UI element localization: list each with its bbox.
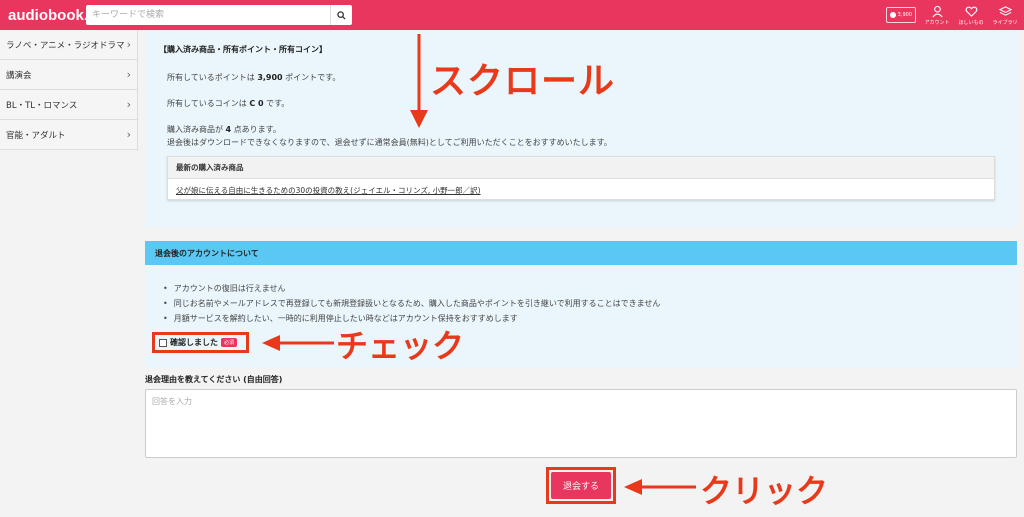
chevron-right-icon: ›	[126, 128, 131, 141]
sidebar-item-label: 講演会	[6, 70, 32, 81]
library-label: ライブラリ	[992, 19, 1018, 26]
coins-line: 所有しているコインは C 0 です。	[167, 99, 290, 108]
chevron-right-icon: ›	[126, 38, 131, 51]
category-sidebar: ラノベ・アニメ・ラジオドラマ › 講演会 › BL・TL・ロマンス › 官能・ア…	[0, 30, 138, 151]
confirm-checkbox-row[interactable]: 確認しました 必須	[152, 332, 249, 353]
header-bar: audiobook.jp 3,900 アカウント ほしいもの ライブラリ	[0, 0, 1024, 30]
search-input[interactable]	[86, 5, 330, 25]
header-actions: 3,900 アカウント ほしいもの ライブラリ	[885, 2, 1018, 28]
recent-purchase-link[interactable]: 父が娘に伝える自由に生きるための30の投資の教え(ジェイエル・コリンズ, 小野一…	[168, 179, 994, 201]
library-button[interactable]: ライブラリ	[992, 5, 1018, 26]
sidebar-item-lecture[interactable]: 講演会 ›	[0, 60, 137, 90]
points-value: 3,900	[257, 73, 283, 82]
check-arrow	[262, 335, 334, 351]
sidebar-item-label: BL・TL・ロマンス	[6, 100, 78, 111]
purchased-info-title: 【購入済み商品・所有ポイント・所有コイン】	[159, 45, 327, 54]
download-notice: 退会後はダウンロードできなくなりますので、退会せずに通常会員(無料)としてご利用…	[167, 138, 612, 147]
heart-icon	[965, 6, 977, 17]
wishlist-button[interactable]: ほしいもの	[958, 5, 984, 26]
reason-label: 退会理由を教えてください (自由回答)	[145, 375, 283, 384]
required-badge: 必須	[221, 338, 238, 347]
click-arrow	[624, 479, 696, 495]
points-badge[interactable]: 3,900	[885, 7, 916, 23]
check-annotation: チェック	[336, 327, 465, 365]
coins-value: C 0	[249, 99, 264, 108]
chevron-right-icon: ›	[126, 98, 131, 111]
sidebar-item-romance[interactable]: BL・TL・ロマンス ›	[0, 90, 137, 120]
recent-purchase-card: 最新の購入済み商品 父が娘に伝える自由に生きるための30の投資の教え(ジェイエル…	[167, 156, 995, 200]
account-button[interactable]: アカウント	[924, 5, 950, 26]
wishlist-label: ほしいもの	[958, 19, 984, 26]
account-after-list: アカウントの復旧は行えません 同じお名前やメールアドレスで再登録しても新規登録扱…	[163, 281, 661, 326]
withdraw-highlight: 退会する	[546, 467, 616, 504]
account-label: アカウント	[924, 19, 950, 26]
reason-textarea[interactable]	[145, 389, 1017, 458]
list-item: 同じお名前やメールアドレスで再登録しても新規登録扱いとなるため、購入した商品やポ…	[163, 296, 661, 311]
chevron-right-icon: ›	[126, 68, 131, 81]
sidebar-item-adult[interactable]: 官能・アダルト ›	[0, 120, 137, 150]
search-button[interactable]	[330, 5, 352, 25]
coin-icon	[889, 12, 896, 18]
account-icon	[931, 5, 943, 17]
points-line: 所有しているポイントは 3,900 ポイントです。	[167, 73, 341, 82]
confirm-label: 確認しました	[170, 338, 218, 347]
items-count-line: 購入済み商品が 4 点あります。	[167, 125, 281, 134]
site-logo[interactable]: audiobook.jp	[8, 7, 101, 24]
search-icon	[337, 10, 346, 20]
sidebar-item-light-novel[interactable]: ラノベ・アニメ・ラジオドラマ ›	[0, 30, 137, 60]
click-annotation: クリック	[700, 472, 829, 510]
points-badge-value: 3,900	[897, 12, 912, 18]
sidebar-item-label: ラノベ・アニメ・ラジオドラマ	[6, 40, 125, 51]
library-icon	[998, 5, 1012, 16]
account-after-heading: 退会後のアカウントについて	[145, 241, 1017, 265]
sidebar-item-label: 官能・アダルト	[6, 130, 66, 141]
confirm-checkbox[interactable]	[159, 338, 167, 347]
search-bar	[86, 5, 352, 25]
scroll-arrow	[410, 34, 428, 128]
list-item: アカウントの復旧は行えません	[163, 281, 660, 296]
recent-purchase-heading: 最新の購入済み商品	[168, 157, 994, 179]
scroll-annotation: スクロール	[430, 61, 616, 102]
withdraw-button[interactable]: 退会する	[551, 472, 611, 499]
